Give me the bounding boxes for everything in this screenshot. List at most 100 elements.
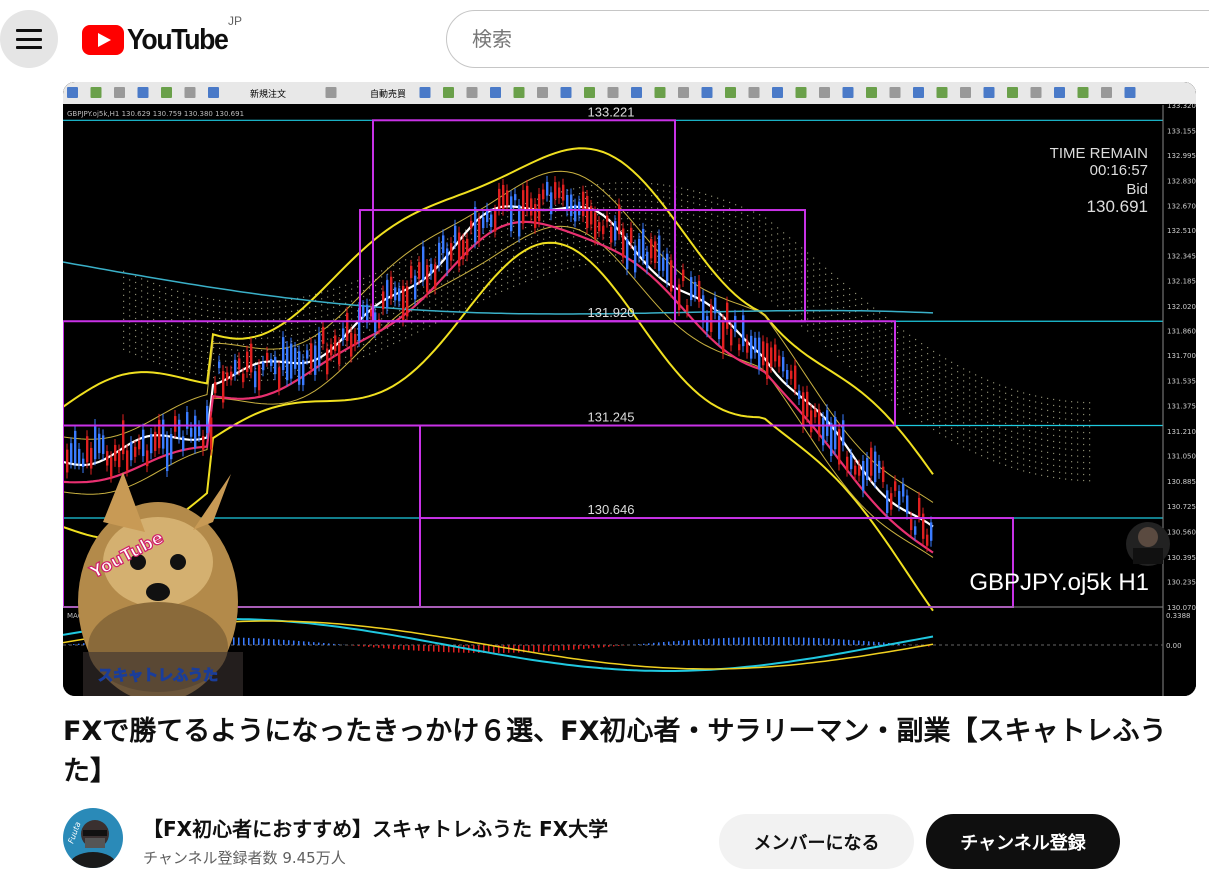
candle-body: [314, 345, 317, 375]
candle-body: [658, 235, 661, 271]
candle-body: [174, 416, 177, 432]
macd-histogram-bar: [878, 642, 880, 645]
candle-body: [834, 417, 837, 450]
toolbar-tool-icon: [90, 87, 102, 98]
channel-name[interactable]: 【FX初心者におすすめ】スキャトレふうた FX大学: [143, 813, 608, 842]
price-scale-label: 132.830: [1167, 178, 1196, 186]
youtube-logo[interactable]: YouTube JP: [82, 14, 242, 60]
candle-body: [442, 235, 445, 254]
macd-histogram-bar: [723, 638, 725, 645]
macd-histogram-bar: [808, 637, 810, 645]
toolbar-tool-icon: [1101, 87, 1112, 98]
candle-body: [854, 465, 857, 475]
price-scale-label: 130.725: [1167, 503, 1196, 511]
logo-text: YouTube: [127, 23, 229, 56]
toolbar-tool-icon: [490, 87, 501, 98]
candle-body: [806, 391, 809, 417]
macd-histogram-bar: [558, 645, 560, 651]
candle-body: [630, 227, 633, 243]
candle-body: [734, 315, 737, 332]
toolbar-tool-icon: [772, 87, 783, 98]
candle-body: [610, 226, 613, 243]
candle-body: [290, 343, 293, 379]
candle-body: [190, 428, 193, 437]
macd-histogram-bar: [533, 645, 535, 652]
search-input[interactable]: [472, 27, 1072, 51]
macd-histogram-bar: [838, 639, 840, 645]
macd-histogram-bar: [918, 645, 920, 646]
macd-histogram-bar: [333, 643, 335, 645]
macd-histogram-bar: [293, 640, 295, 645]
macd-histogram-bar: [743, 637, 745, 645]
candle-body: [150, 434, 153, 454]
candle-body: [470, 220, 473, 229]
candle-body: [254, 371, 257, 388]
candle-body: [70, 443, 73, 463]
macd-histogram-bar: [393, 645, 395, 650]
candle-body: [158, 419, 161, 449]
macd-histogram-bar: [328, 643, 330, 645]
guide-menu-button[interactable]: [0, 10, 58, 68]
candle-body: [90, 447, 93, 469]
macd-histogram-bar: [673, 641, 675, 645]
candle-body: [242, 373, 245, 383]
candle-body: [906, 495, 909, 514]
macd-histogram-bar: [798, 637, 800, 645]
subscribe-button[interactable]: チャンネル登録: [926, 814, 1120, 869]
candle-body: [418, 262, 421, 279]
toolbar-tool-icon: [983, 87, 995, 98]
candle-body: [534, 204, 537, 228]
candle-body: [558, 187, 561, 198]
macd-histogram-bar: [728, 637, 730, 645]
presenter-avatar-overlay: [1126, 522, 1170, 566]
candle-body: [434, 264, 437, 289]
toolbar-tool-icon: [795, 87, 807, 98]
level-label: 131.920: [588, 305, 635, 320]
price-scale-label: 132.510: [1167, 227, 1196, 235]
level-label: 133.221: [588, 104, 635, 119]
toolbar-tool-icon: [842, 87, 854, 98]
candle-body: [882, 466, 885, 482]
candle-body: [754, 337, 757, 353]
candle-body: [654, 241, 657, 263]
candle-body: [678, 284, 681, 311]
candle-body: [402, 285, 405, 321]
candle-body: [154, 431, 157, 451]
video-frame-chart: 新規注文 自動売買 GBPJPY.oj5k,H1 130.629 130.759…: [63, 82, 1196, 696]
candle-body: [162, 419, 165, 449]
candle-body: [82, 458, 85, 467]
candle-body: [510, 196, 513, 232]
candle-body: [618, 204, 621, 235]
candle-body: [814, 409, 817, 418]
candle-body: [450, 243, 453, 261]
price-scale-label: 132.020: [1167, 303, 1196, 311]
video-player[interactable]: 新規注文 自動売買 GBPJPY.oj5k,H1 130.629 130.759…: [63, 82, 1196, 696]
candle-body: [830, 422, 833, 457]
candle-body: [334, 335, 337, 351]
candle-body: [858, 465, 861, 476]
macd-histogram-bar: [363, 645, 365, 647]
candle-body: [406, 286, 409, 317]
macd-histogram-bar: [843, 639, 845, 645]
candle-body: [822, 417, 825, 446]
macd-histogram-bar: [758, 637, 760, 645]
candle-body: [586, 195, 589, 228]
channel-avatar[interactable]: Fuuta: [63, 808, 123, 868]
macd-histogram-bar: [663, 642, 665, 645]
join-membership-button[interactable]: メンバーになる: [719, 814, 914, 869]
candle-body: [802, 392, 805, 427]
macd-histogram-bar: [678, 640, 680, 645]
candle-body: [310, 343, 313, 369]
candle-body: [726, 302, 729, 329]
macd-histogram-bar: [643, 643, 645, 645]
macd-histogram-bar: [278, 639, 280, 645]
toolbar-tool-icon: [1054, 87, 1065, 98]
candle-body: [566, 194, 569, 211]
candle-body: [94, 425, 97, 460]
macd-histogram-bar: [738, 637, 740, 645]
candle-body: [542, 189, 545, 200]
candle-body: [594, 212, 597, 240]
toolbar-tool-icon: [419, 87, 431, 98]
candle-body: [306, 350, 309, 359]
search-box[interactable]: [446, 10, 1209, 68]
